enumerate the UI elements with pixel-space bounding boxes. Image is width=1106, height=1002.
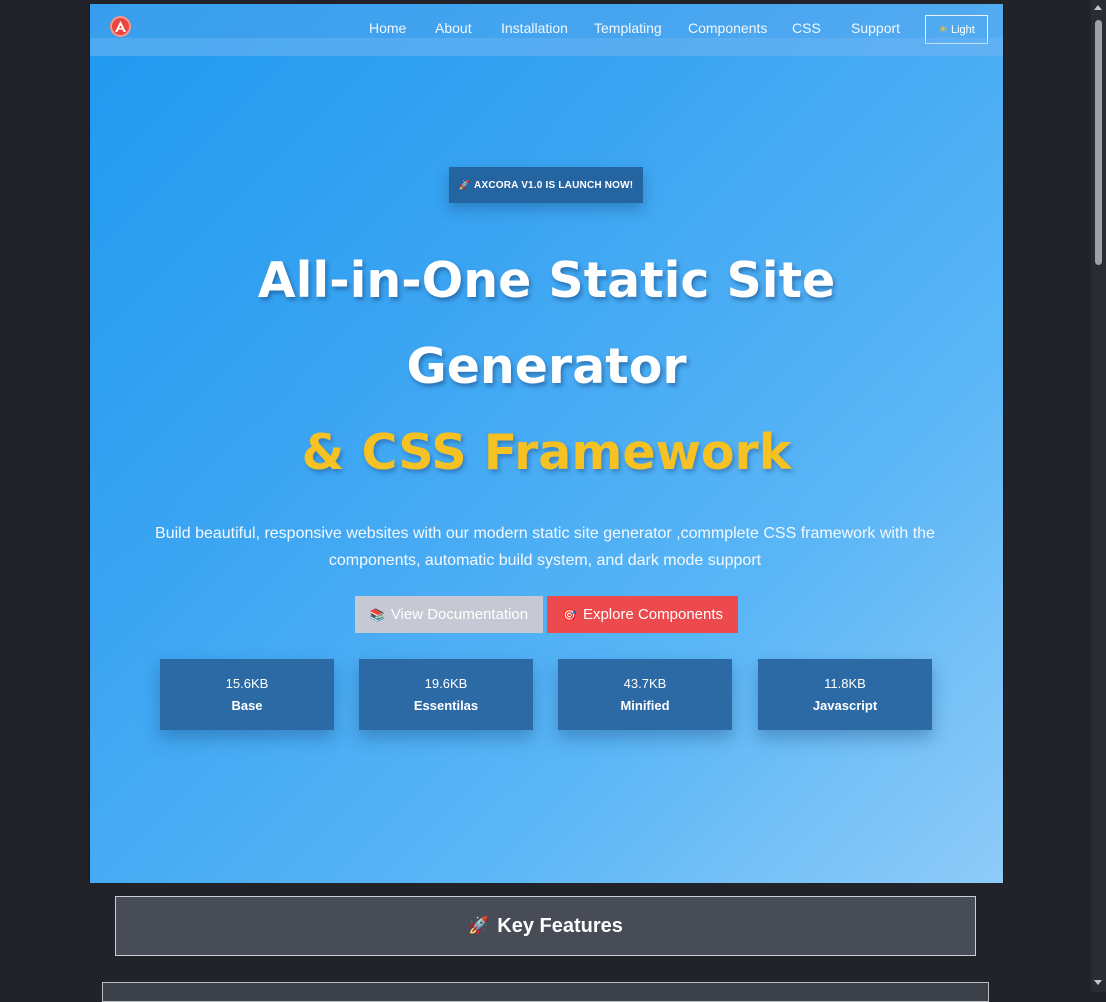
stat-label: Javascript [812, 698, 878, 713]
nav-link-about[interactable]: About [435, 20, 472, 36]
stat-value: 11.8KB [824, 676, 866, 691]
theme-toggle-label: Light [951, 23, 975, 36]
nav-link-support[interactable]: Support [851, 20, 900, 36]
stat-label: Essentilas [413, 698, 479, 713]
nav-link-home[interactable]: Home [369, 20, 406, 36]
stat-value: 43.7KB [623, 676, 667, 691]
view-documentation-button[interactable]: 📚 View Documentation [355, 596, 543, 633]
target-icon: 🎯 [561, 607, 577, 622]
stat-value: 15.6KB [225, 676, 269, 691]
hero-section: Home About Installation Templating Compo… [89, 4, 1004, 883]
nav-links: Home About Installation Templating Compo… [90, 20, 1003, 40]
hero-title: All-in-One Static Site Generator [90, 238, 1003, 410]
stat-label: Minified [620, 698, 670, 713]
nav-link-components[interactable]: Components [688, 20, 767, 36]
rocket-icon: 🚀 [458, 179, 471, 190]
key-features-title: Key Features [497, 914, 623, 937]
hero-title-line1: All-in-One Static Site [257, 252, 836, 309]
nav-link-css[interactable]: CSS [792, 20, 821, 36]
stat-card-minified: 43.7KB Minified [558, 659, 732, 730]
rocket-icon: 🚀 [468, 916, 490, 935]
view-documentation-label: View Documentation [390, 606, 529, 623]
hero-title-line2: Generator [406, 338, 687, 395]
launch-badge-label: AXCORA V1.0 IS LAUNCH NOW! [474, 179, 634, 191]
hero-description: Build beautiful, responsive websites wit… [155, 525, 935, 569]
scroll-up-arrow-icon[interactable] [1094, 5, 1102, 10]
stat-card-base: 15.6KB Base [160, 659, 334, 730]
explore-components-button[interactable]: 🎯 Explore Components [547, 596, 738, 633]
nav-link-installation[interactable]: Installation [501, 20, 568, 36]
sun-icon: ☀ [938, 24, 948, 36]
stat-value: 19.6KB [424, 676, 468, 691]
stat-card-essentials: 19.6KB Essentilas [359, 659, 533, 730]
explore-components-label: Explore Components [582, 606, 724, 623]
stat-card-javascript: 11.8KB Javascript [758, 659, 932, 730]
stat-label: Base [231, 698, 263, 713]
scroll-down-arrow-icon[interactable] [1094, 980, 1102, 985]
nav-link-templating[interactable]: Templating [594, 20, 662, 36]
launch-badge[interactable]: 🚀 AXCORA V1.0 IS LAUNCH NOW! [449, 167, 643, 203]
page-scrollbar[interactable] [1091, 0, 1106, 992]
scrollbar-thumb[interactable] [1095, 20, 1102, 265]
hero-title-accent: & CSS Framework [301, 424, 792, 481]
theme-toggle-button[interactable]: ☀ Light [925, 15, 988, 44]
next-section-card [102, 982, 989, 1002]
books-icon: 📚 [369, 607, 385, 622]
navbar: Home About Installation Templating Compo… [90, 4, 1003, 56]
key-features-heading: 🚀 Key Features [115, 896, 976, 956]
